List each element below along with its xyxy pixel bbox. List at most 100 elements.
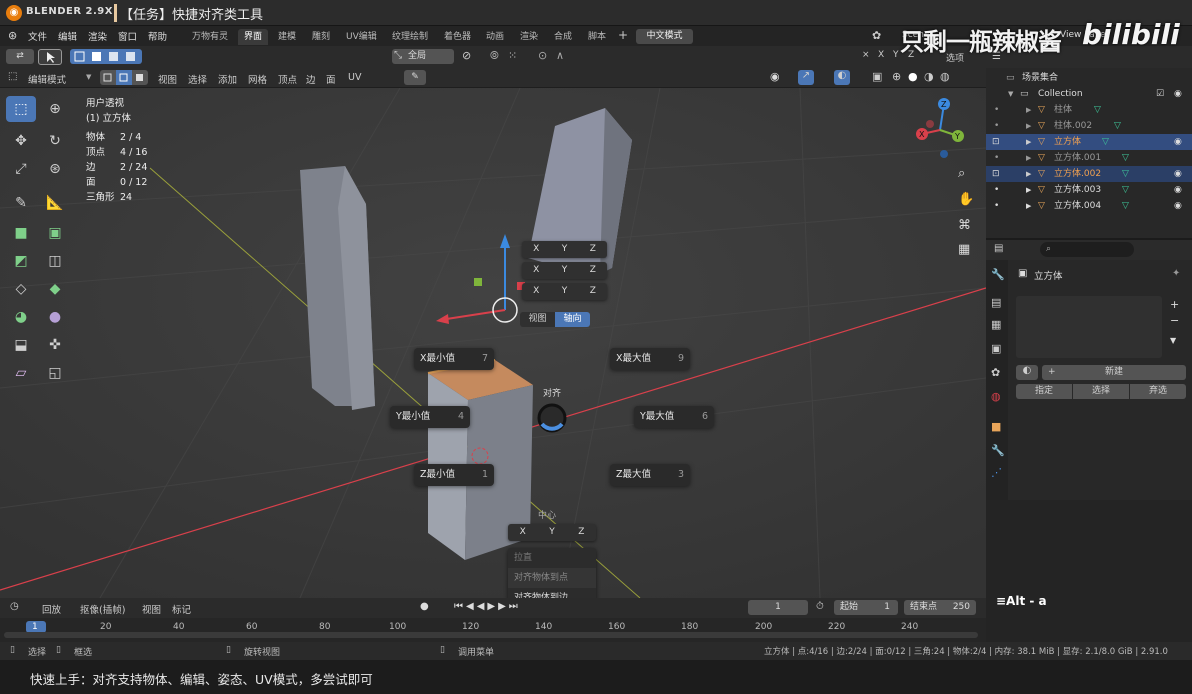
rip-icon[interactable]: ◱ xyxy=(40,360,70,386)
material-shading-icon[interactable]: ◑ xyxy=(924,70,934,83)
select-button[interactable]: 选择 xyxy=(1073,384,1129,399)
menu-keying[interactable]: 抠像(插帧) xyxy=(80,602,125,616)
checkbox-icon[interactable]: ☑ xyxy=(1156,86,1164,102)
properties-search-input[interactable]: ⌕ xyxy=(1040,242,1134,257)
outliner-item-cube[interactable]: ⊡ ▶ ▽ 立方体 ▽ ◉ xyxy=(986,134,1192,150)
navigation-gizmo[interactable]: Z X Y xyxy=(910,94,970,164)
new-button[interactable]: + 新建 xyxy=(1042,365,1186,380)
axis-button[interactable]: 轴向 xyxy=(555,312,590,327)
eye-icon[interactable]: ◉ xyxy=(1174,86,1182,102)
pie-z-min[interactable]: Z最小值 1 xyxy=(414,464,494,486)
pie-y-min[interactable]: Y最小值 4 xyxy=(390,406,470,428)
outliner-item-cube-004[interactable]: • ▶ ▽ 立方体.004 ▽ ◉ xyxy=(986,198,1192,214)
eye-icon[interactable]: ◉ xyxy=(1174,198,1182,214)
camera-icon[interactable]: ⌘ xyxy=(958,218,971,233)
language-mode-button[interactable]: 中文模式 xyxy=(636,29,693,44)
bevel-icon[interactable]: ◩ xyxy=(6,248,36,274)
scene-icon[interactable]: ✿ xyxy=(872,29,881,42)
menu-timeline-view[interactable]: 视图 xyxy=(142,602,161,616)
properties-editor-icon[interactable]: ▤ xyxy=(994,243,1003,254)
scale-icon[interactable]: ⤢ xyxy=(6,156,36,182)
eye-icon[interactable]: ◉ xyxy=(1174,134,1182,150)
playback-controls-icon[interactable]: ⏮◀◀▶▶⏭ xyxy=(454,601,521,612)
wireframe-shading-icon[interactable]: ⊕ xyxy=(892,70,901,83)
tool-tab-icon[interactable]: 🔧 xyxy=(991,268,1005,281)
tab-shading[interactable]: 着色器 xyxy=(438,29,477,45)
chevron-down-icon[interactable]: ▼ xyxy=(1170,336,1176,345)
scene-tab-icon[interactable]: ✿ xyxy=(991,366,1000,379)
pie-axis-row-4[interactable]: XYZ xyxy=(508,524,596,541)
menu-playback[interactable]: 回放 xyxy=(42,602,61,616)
expand-icon[interactable]: ▶ xyxy=(1026,134,1031,150)
pie-axis-row-2[interactable]: XYZ xyxy=(522,262,607,279)
view-button[interactable]: 视图 xyxy=(520,312,555,327)
smooth-icon[interactable]: ● xyxy=(40,304,70,330)
menu-marker[interactable]: 标记 xyxy=(172,602,191,616)
falloff-icon[interactable]: ∧ xyxy=(556,49,564,62)
axis-toggle-x[interactable]: X xyxy=(878,50,884,60)
add-icon[interactable]: + xyxy=(1170,298,1179,311)
measure-icon[interactable]: 📐 xyxy=(40,190,70,216)
eye-icon[interactable]: ◉ xyxy=(1174,182,1182,198)
move-icon[interactable]: ✥ xyxy=(6,128,36,154)
menu-help[interactable]: 帮助 xyxy=(148,29,167,43)
editor-type-icon[interactable]: ⇄ xyxy=(6,49,34,64)
annotate-icon[interactable]: ✎ xyxy=(6,190,36,216)
menu-add[interactable]: 添加 xyxy=(218,72,237,86)
outliner-item-column[interactable]: • ▶ ▽ 柱体 ▽ xyxy=(986,102,1192,118)
tab-sculpt[interactable]: 雕刻 xyxy=(306,29,336,45)
blender-menu-icon[interactable]: ⊛ xyxy=(8,29,17,42)
menu-edit[interactable]: 编辑 xyxy=(58,29,77,43)
tab-modeling[interactable]: 建模 xyxy=(272,29,302,45)
xray-icon[interactable]: ▣ xyxy=(872,70,882,83)
expand-icon[interactable]: ▼ xyxy=(1008,86,1013,102)
mirror-icon[interactable]: ⨯ xyxy=(862,50,870,60)
align-to-edge-item[interactable]: 对齐物体到边 xyxy=(508,588,596,598)
pie-z-max[interactable]: Z最大值 3 xyxy=(610,464,690,486)
expand-icon[interactable]: ▶ xyxy=(1026,198,1031,214)
tab-texture-paint[interactable]: 纹理绘制 xyxy=(386,29,434,45)
expand-icon[interactable]: ▶ xyxy=(1026,150,1031,166)
outliner-collection[interactable]: ▼ ▭ Collection ☑ ◉ xyxy=(986,86,1192,102)
outliner-item-cube-002[interactable]: ⊡ ▶ ▽ 立方体.002 ▽ ◉ xyxy=(986,166,1192,182)
snap-target-icon[interactable]: ⁙ xyxy=(508,49,517,62)
sphere-icon[interactable]: ◐ xyxy=(1016,365,1038,380)
shrink-icon[interactable]: ✜ xyxy=(40,332,70,358)
mode-dropdown[interactable]: 编辑模式 xyxy=(28,72,66,86)
render-tab-icon[interactable]: ▤ xyxy=(991,296,1001,309)
end-frame-field[interactable]: 结束点 250 xyxy=(904,600,976,615)
pan-hand-icon[interactable]: ✋ xyxy=(958,192,974,207)
vertex-group-list[interactable] xyxy=(1016,296,1162,358)
pie-view-toggle[interactable]: 视图 轴向 xyxy=(520,312,590,327)
menu-vertex[interactable]: 顶点 xyxy=(278,72,297,86)
tab-wanwu[interactable]: 万物有灵 xyxy=(186,29,234,45)
gizmo-toggle-icon[interactable]: ↗ xyxy=(798,70,814,85)
view-layer-tab-icon[interactable]: ▣ xyxy=(991,342,1001,355)
cursor-tool-icon[interactable]: ⊕ xyxy=(40,96,70,122)
selection-mode-buttons[interactable] xyxy=(70,49,142,64)
transform-icon[interactable]: ⊛ xyxy=(40,156,70,182)
pie-y-max[interactable]: Y最大值 6 xyxy=(634,406,714,428)
tab-layout[interactable]: 界面 xyxy=(238,29,269,45)
pin-icon[interactable]: ✦ xyxy=(1172,268,1180,279)
pie-axis-row-1[interactable]: XYZ xyxy=(522,241,607,258)
shear-icon[interactable]: ▱ xyxy=(6,360,36,386)
current-frame-field[interactable]: 1 xyxy=(748,600,808,615)
menu-mesh[interactable]: 网格 xyxy=(248,72,267,86)
object-tab-icon[interactable]: ■ xyxy=(991,420,1001,433)
output-tab-icon[interactable]: ▦ xyxy=(991,318,1001,331)
menu-render[interactable]: 渲染 xyxy=(88,29,107,43)
outliner-item-cube-003[interactable]: • ▶ ▽ 立方体.003 ▽ ◉ xyxy=(986,182,1192,198)
spin-icon[interactable]: ◕ xyxy=(6,304,36,330)
overlay-toggle-icon[interactable]: ◐ xyxy=(834,70,850,85)
vertex-edge-face-toggle[interactable] xyxy=(100,70,148,85)
3d-viewport[interactable]: ⬚ ⊕ ✥ ↻ ⤢ ⊛ ✎ 📐 ■ ▣ ◩ ◫ ◇ ◆ ◕ ● ⬓ ✜ ▱ ◱ … xyxy=(0,88,986,598)
eyedropper-icon[interactable]: ✎ xyxy=(404,70,426,85)
expand-icon[interactable]: ▶ xyxy=(1026,166,1031,182)
pie-x-max[interactable]: X最大值 9 xyxy=(610,348,690,370)
menu-window[interactable]: 窗口 xyxy=(118,29,137,43)
y-plane-handle[interactable] xyxy=(474,278,482,286)
edge-slide-icon[interactable]: ⬓ xyxy=(6,332,36,358)
menu-view[interactable]: 视图 xyxy=(158,72,177,86)
add-workspace-button[interactable]: + xyxy=(618,28,628,42)
